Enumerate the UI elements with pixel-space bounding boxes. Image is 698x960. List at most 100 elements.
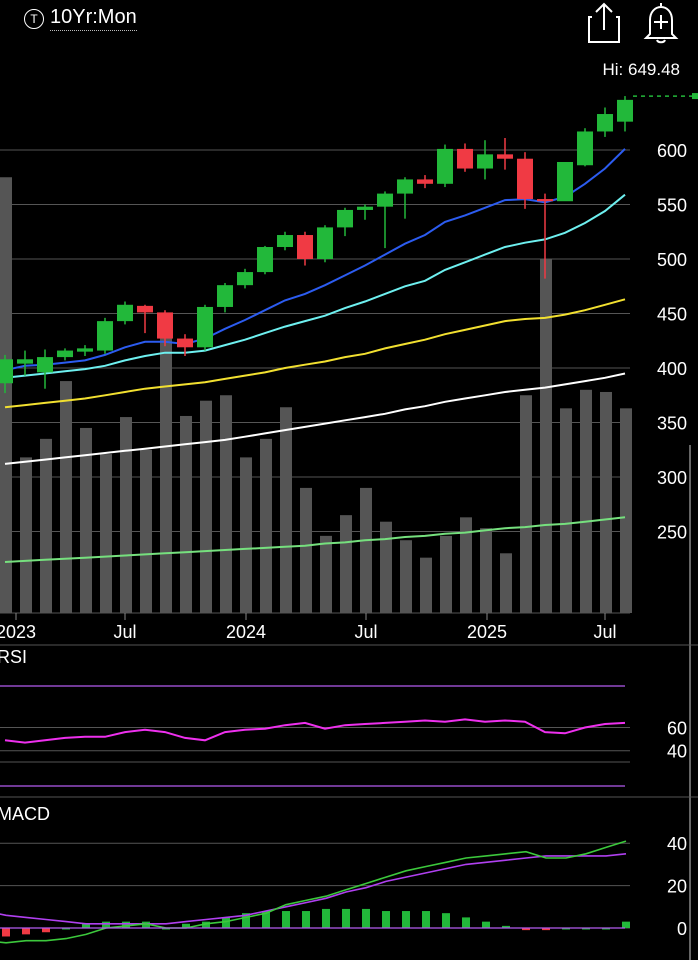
- volume-bar: [200, 400, 212, 613]
- volume-bar: [540, 259, 552, 613]
- candle-body: [317, 227, 333, 259]
- volume-bar: [300, 487, 312, 613]
- volume-bar: [580, 389, 592, 613]
- x-tick-label: 2025: [467, 622, 507, 642]
- volume-bar: [320, 535, 332, 613]
- high-price-marker: [692, 93, 698, 100]
- volume-bar: [160, 313, 172, 613]
- price-tick-label: 300: [657, 468, 687, 488]
- candle-body: [17, 359, 33, 364]
- candle-body: [277, 235, 293, 248]
- volume-bar: [140, 449, 152, 613]
- macd-tick-label: 40: [667, 834, 687, 854]
- macd-histogram-bar: [442, 913, 450, 928]
- ema-slow-line: [4, 298, 626, 409]
- volume-bar: [60, 381, 72, 613]
- price-tick-label: 550: [657, 196, 687, 216]
- macd-histogram-bar: [282, 911, 290, 928]
- macd-histogram-bar: [622, 921, 630, 928]
- price-tick-label: 350: [657, 414, 687, 434]
- macd-tick-label: 20: [667, 877, 687, 897]
- volume-bar: [420, 557, 432, 613]
- candle-body: [257, 247, 273, 273]
- candle-body: [617, 99, 633, 122]
- volume-bar: [40, 438, 52, 613]
- candle-body: [57, 350, 73, 358]
- x-tick-label: 2024: [226, 622, 266, 642]
- volume-bar: [440, 535, 452, 613]
- price-chart[interactable]: 6005505004504003503002502023 Jul 2024 Jul 20…: [0, 0, 698, 960]
- price-tick-label: 400: [657, 359, 687, 379]
- volume-bar: [520, 395, 532, 613]
- macd-histogram-bar: [322, 908, 330, 928]
- macd-signal-line: [0, 853, 627, 925]
- x-tick-label: Jul: [354, 622, 377, 642]
- volume-bar: [340, 515, 352, 613]
- candle-body: [237, 272, 253, 286]
- volume-bar: [20, 457, 32, 613]
- macd-histogram-bar: [462, 917, 470, 928]
- macd-histogram-bar: [42, 928, 50, 933]
- volume-bar: [0, 177, 12, 613]
- candle-body: [417, 179, 433, 184]
- candle-body: [337, 209, 353, 228]
- candle-body: [177, 338, 193, 348]
- volume-bar: [560, 408, 572, 613]
- candle-body: [437, 148, 453, 184]
- price-tick-label: 250: [657, 523, 687, 543]
- candle-body: [597, 114, 613, 132]
- macd-tick-label: 0: [677, 919, 687, 939]
- rsi-title: RSI: [0, 647, 27, 667]
- macd-histogram-bar: [422, 911, 430, 928]
- volume-bar: [260, 438, 272, 613]
- candle-body: [217, 285, 233, 307]
- candle-body: [457, 148, 473, 169]
- volume-bar: [280, 407, 292, 613]
- price-tick-label: 500: [657, 250, 687, 270]
- candle-body: [137, 305, 153, 313]
- volume-bar: [480, 528, 492, 613]
- volume-bar: [380, 521, 392, 613]
- macd-histogram-bar: [362, 908, 370, 928]
- rsi-tick-label: 40: [667, 742, 687, 762]
- candle-body: [117, 304, 133, 322]
- candle-body: [157, 312, 173, 339]
- macd-histogram-bar: [482, 921, 490, 928]
- candle-body: [37, 357, 53, 373]
- volume-bar: [620, 408, 632, 613]
- candle-body: [557, 161, 573, 202]
- volume-bar: [100, 454, 112, 613]
- volume-bar: [120, 417, 132, 613]
- macd-title: MACD: [0, 804, 50, 824]
- candle-body: [77, 348, 93, 352]
- candle-body: [97, 321, 113, 351]
- candle-body: [297, 235, 313, 259]
- x-tick-label: Jul: [593, 622, 616, 642]
- price-tick-label: 450: [657, 305, 687, 325]
- candle-body: [0, 359, 13, 384]
- macd-histogram-bar: [342, 908, 350, 928]
- candle-body: [377, 193, 393, 207]
- macd-histogram-bar: [2, 928, 10, 937]
- candle-body: [197, 306, 213, 348]
- candle-body: [517, 158, 533, 200]
- macd-histogram-bar: [382, 911, 390, 928]
- volume-bar: [240, 457, 252, 613]
- candle-body: [357, 206, 373, 210]
- candle-body: [477, 154, 493, 169]
- x-tick-label: Jul: [113, 622, 136, 642]
- macd-histogram-bar: [302, 911, 310, 928]
- candle-body: [397, 179, 413, 194]
- macd-histogram-bar: [402, 911, 410, 928]
- volume-bar: [600, 391, 612, 613]
- candle-body: [497, 154, 513, 159]
- x-tick-label: 2023: [0, 622, 36, 642]
- rsi-tick-label: 60: [667, 719, 687, 739]
- volume-bar: [220, 395, 232, 613]
- volume-bar: [400, 540, 412, 613]
- candle-body: [577, 131, 593, 166]
- price-tick-label: 600: [657, 141, 687, 161]
- rsi-line: [4, 718, 626, 744]
- volume-bar: [360, 487, 372, 613]
- volume-bar: [500, 553, 512, 613]
